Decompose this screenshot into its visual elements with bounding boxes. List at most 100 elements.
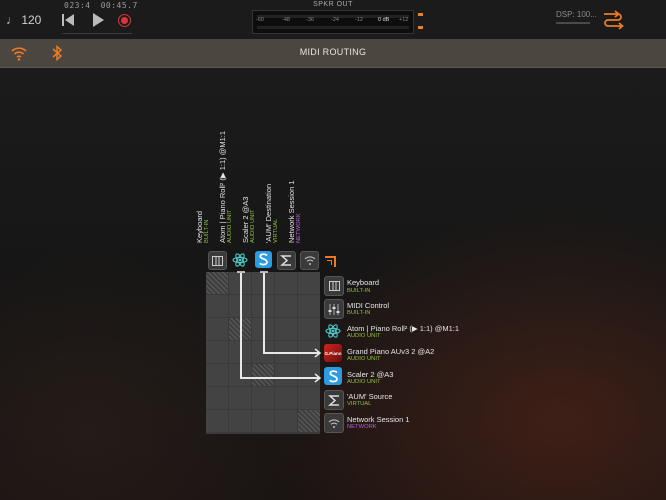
routing-cell[interactable]: [252, 387, 274, 409]
destination-network[interactable]: [300, 251, 319, 270]
source-network[interactable]: [324, 413, 344, 433]
source-type: VIRTUAL: [347, 401, 372, 407]
bluetooth-midi-button[interactable]: [50, 44, 64, 62]
meter-tick: -12: [355, 17, 363, 23]
routing-cell[interactable]: [252, 410, 274, 432]
rewind-icon: [62, 14, 64, 26]
destination-name: 'AUM' Destination: [264, 183, 273, 243]
network-icon: [304, 256, 315, 265]
routing-cell[interactable]: [252, 364, 274, 386]
sigma-icon: [280, 255, 291, 266]
source-type: AUDIO UNIT: [347, 356, 381, 362]
source-keyboard[interactable]: [324, 276, 344, 296]
meter-tick: -36: [306, 17, 314, 23]
routing-cell[interactable]: [298, 410, 320, 432]
time-readout: 023:4 00:45.7: [64, 1, 148, 10]
network-midi-button[interactable]: [10, 44, 28, 62]
destination-name: Keyboard: [195, 210, 204, 243]
destination-scaler[interactable]: [255, 251, 272, 268]
source-scaler[interactable]: [324, 367, 342, 385]
meter-tick: +12: [399, 17, 409, 23]
wifi-icon: [11, 47, 27, 61]
routing-cell[interactable]: [229, 387, 251, 409]
source-grand-piano[interactable]: G.Piano: [324, 344, 342, 362]
source-name: Atom | Piano Roll² (▶ 1:1) @M1:1: [347, 324, 460, 333]
arrow-right-icon: [314, 348, 322, 358]
destination-type: VIRTUAL: [273, 218, 279, 243]
transport-bar: ♩ 120 023:4 00:45.7 SPKR OUT -60 -48 -36 …: [0, 0, 666, 39]
record-button[interactable]: [116, 12, 132, 28]
routing-cell[interactable]: [206, 272, 228, 294]
network-icon: [328, 418, 340, 428]
source-type: BUILT-IN: [347, 288, 371, 294]
routing-cell[interactable]: [206, 318, 228, 340]
meter-scale: -60 -48 -36 -24 -12 0 dB +12: [253, 17, 413, 25]
source-type: NETWORK: [347, 424, 377, 430]
meter-tick: -48: [282, 17, 290, 23]
connection-cap: [237, 271, 245, 273]
routing-cell[interactable]: [275, 318, 297, 340]
record-icon: [117, 13, 131, 27]
connection-line: [263, 273, 265, 353]
source-type: AUDIO UNIT: [347, 379, 381, 385]
output-meter: -60 -48 -36 -24 -12 0 dB +12: [252, 10, 414, 34]
routing-icon: [604, 10, 624, 30]
destination-aum[interactable]: [277, 251, 296, 270]
source-type: AUDIO UNIT: [347, 333, 381, 339]
meter-title: SPKR OUT: [313, 1, 353, 8]
destination-type: BUILT-IN: [204, 219, 210, 243]
routing-cell[interactable]: [206, 410, 228, 432]
tempo-display[interactable]: ♩ 120: [6, 13, 41, 27]
page-title: MIDI ROUTING: [299, 47, 367, 57]
play-icon: [92, 13, 104, 27]
source-name: Scaler 2 @A3: [347, 370, 394, 379]
dsp-load: DSP: 100...: [556, 10, 597, 19]
routing-cell[interactable]: [298, 272, 320, 294]
routing-cell[interactable]: [275, 387, 297, 409]
corner-resize-icon[interactable]: [325, 256, 336, 267]
destination-type: AUDIO UNIT: [250, 209, 256, 244]
play-button[interactable]: [90, 12, 106, 28]
destination-type: AUDIO UNIT: [227, 209, 233, 244]
routing-cell[interactable]: [275, 272, 297, 294]
routing-cell[interactable]: [298, 295, 320, 317]
source-midi-control[interactable]: [324, 299, 344, 319]
source-aum[interactable]: [324, 390, 344, 410]
page-header: MIDI ROUTING: [0, 39, 666, 68]
routing-cell[interactable]: [229, 410, 251, 432]
connection-line: [240, 273, 242, 378]
time-position: 00:45.7: [100, 1, 138, 10]
routing-cell[interactable]: [298, 318, 320, 340]
routing-cell[interactable]: [206, 341, 228, 363]
clip-indicator: [418, 13, 423, 16]
midi-routing-button[interactable]: [600, 9, 626, 31]
transport-position-line: [62, 33, 132, 34]
routing-cell[interactable]: [275, 295, 297, 317]
source-atom[interactable]: [324, 322, 342, 340]
routing-cell[interactable]: [206, 364, 228, 386]
atom-icon: [231, 252, 248, 267]
destination-name: Network Session 1: [287, 180, 296, 243]
meter-tick: -24: [331, 17, 339, 23]
piano-keys-icon: [328, 281, 340, 291]
source-name: Grand Piano AUv3 2 @A2: [347, 347, 435, 356]
source-name: Network Session 1: [347, 415, 410, 424]
scaler-icon: [259, 253, 268, 266]
arrow-right-icon: [314, 373, 322, 383]
meter-tick: -60: [256, 17, 264, 23]
destination-keyboard[interactable]: [208, 251, 227, 270]
routing-cell[interactable]: [275, 364, 297, 386]
grand-piano-icon: G.Piano: [324, 350, 342, 356]
rewind-button[interactable]: [60, 12, 76, 28]
atom-icon: [325, 324, 341, 338]
routing-cell[interactable]: [206, 387, 228, 409]
meter-tick: 0 dB: [378, 17, 390, 23]
routing-cell[interactable]: [298, 387, 320, 409]
routing-cell[interactable]: [206, 295, 228, 317]
destination-name: Atom | Piano Roll² (▶ 1:1) @M1:1: [218, 130, 227, 243]
routing-cell[interactable]: [275, 410, 297, 432]
connection-line: [263, 352, 320, 354]
source-type: BUILT-IN: [347, 310, 371, 316]
destination-atom[interactable]: [231, 251, 248, 268]
clip-indicator: [418, 26, 423, 29]
